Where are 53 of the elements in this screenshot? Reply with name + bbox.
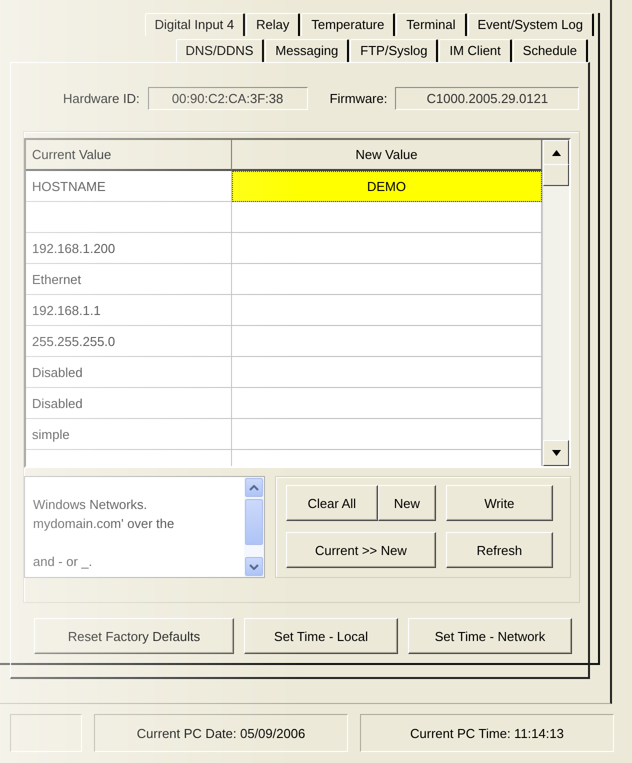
table-cell: 255.255.255.0 xyxy=(26,326,232,357)
tab[interactable]: FTP/Syslog xyxy=(350,39,438,62)
table-cell[interactable] xyxy=(232,326,542,357)
table-cell: Disabled xyxy=(26,388,232,419)
action-button[interactable]: Current >> New xyxy=(286,532,436,568)
down-arrow-icon xyxy=(552,450,560,456)
scroll-thumb[interactable] xyxy=(543,164,569,186)
tab[interactable]: Digital Input 4 xyxy=(144,13,246,36)
tab[interactable]: Messaging xyxy=(265,39,350,62)
column-header: Current Value xyxy=(26,140,232,171)
help-text-line: Windows Networks. xyxy=(33,496,148,514)
tab[interactable]: Schedule xyxy=(512,39,588,62)
table-cell[interactable] xyxy=(232,419,542,450)
action-button[interactable]: Set Time - Local xyxy=(244,618,398,654)
action-button[interactable]: Clear All xyxy=(286,485,378,521)
table-cell[interactable] xyxy=(232,357,542,388)
down-chevron-icon xyxy=(248,564,259,570)
field-label: Hardware ID: xyxy=(63,90,140,106)
status-text: Current PC Date: 05/09/2006 xyxy=(94,714,348,752)
tab[interactable]: Relay xyxy=(246,13,300,36)
action-button[interactable]: New xyxy=(378,485,436,521)
action-button[interactable]: Set Time - Network xyxy=(408,618,572,654)
table-cell: Ethernet xyxy=(26,264,232,295)
column-header: New Value xyxy=(232,140,542,171)
tab[interactable]: IM Client xyxy=(439,39,512,62)
tab[interactable]: Temperature xyxy=(301,13,396,36)
help-text-line: mydomain.com' over the xyxy=(33,515,176,533)
tab[interactable]: DNS/DDNS xyxy=(176,39,264,62)
table-cell: simple xyxy=(26,419,232,450)
hardware-id-field: 00:90:C2:CA:3F:38 xyxy=(148,86,308,110)
table-cell[interactable] xyxy=(232,295,542,326)
up-chevron-icon xyxy=(248,484,259,490)
table-cell[interactable] xyxy=(232,388,542,419)
scrollbar[interactable] xyxy=(542,140,569,466)
help-text-line: and - or _. xyxy=(33,553,94,571)
table-cell: 192.168.1.1 xyxy=(26,295,232,326)
firmware-field: C1000.2005.29.0121 xyxy=(395,86,580,110)
tab[interactable]: Terminal xyxy=(396,13,466,36)
action-button[interactable]: Reset Factory Defaults xyxy=(34,618,234,654)
table-cell[interactable] xyxy=(232,264,542,295)
action-button[interactable]: Refresh xyxy=(446,532,553,568)
tab[interactable]: Event/System Log xyxy=(468,13,594,36)
table-cell[interactable] xyxy=(232,202,542,233)
table-cell: Disabled xyxy=(26,357,232,388)
table-cell: 192.168.1.200 xyxy=(26,233,232,264)
scrollbar[interactable] xyxy=(244,477,264,577)
status-panel xyxy=(10,714,82,752)
up-arrow-icon xyxy=(552,150,560,156)
action-button[interactable]: Write xyxy=(446,485,553,521)
table-cell[interactable]: DEMO xyxy=(232,171,542,202)
field-label: Firmware: xyxy=(330,90,388,106)
table-cell[interactable] xyxy=(232,233,542,264)
status-text: Current PC Time: 11:14:13 xyxy=(360,714,614,752)
